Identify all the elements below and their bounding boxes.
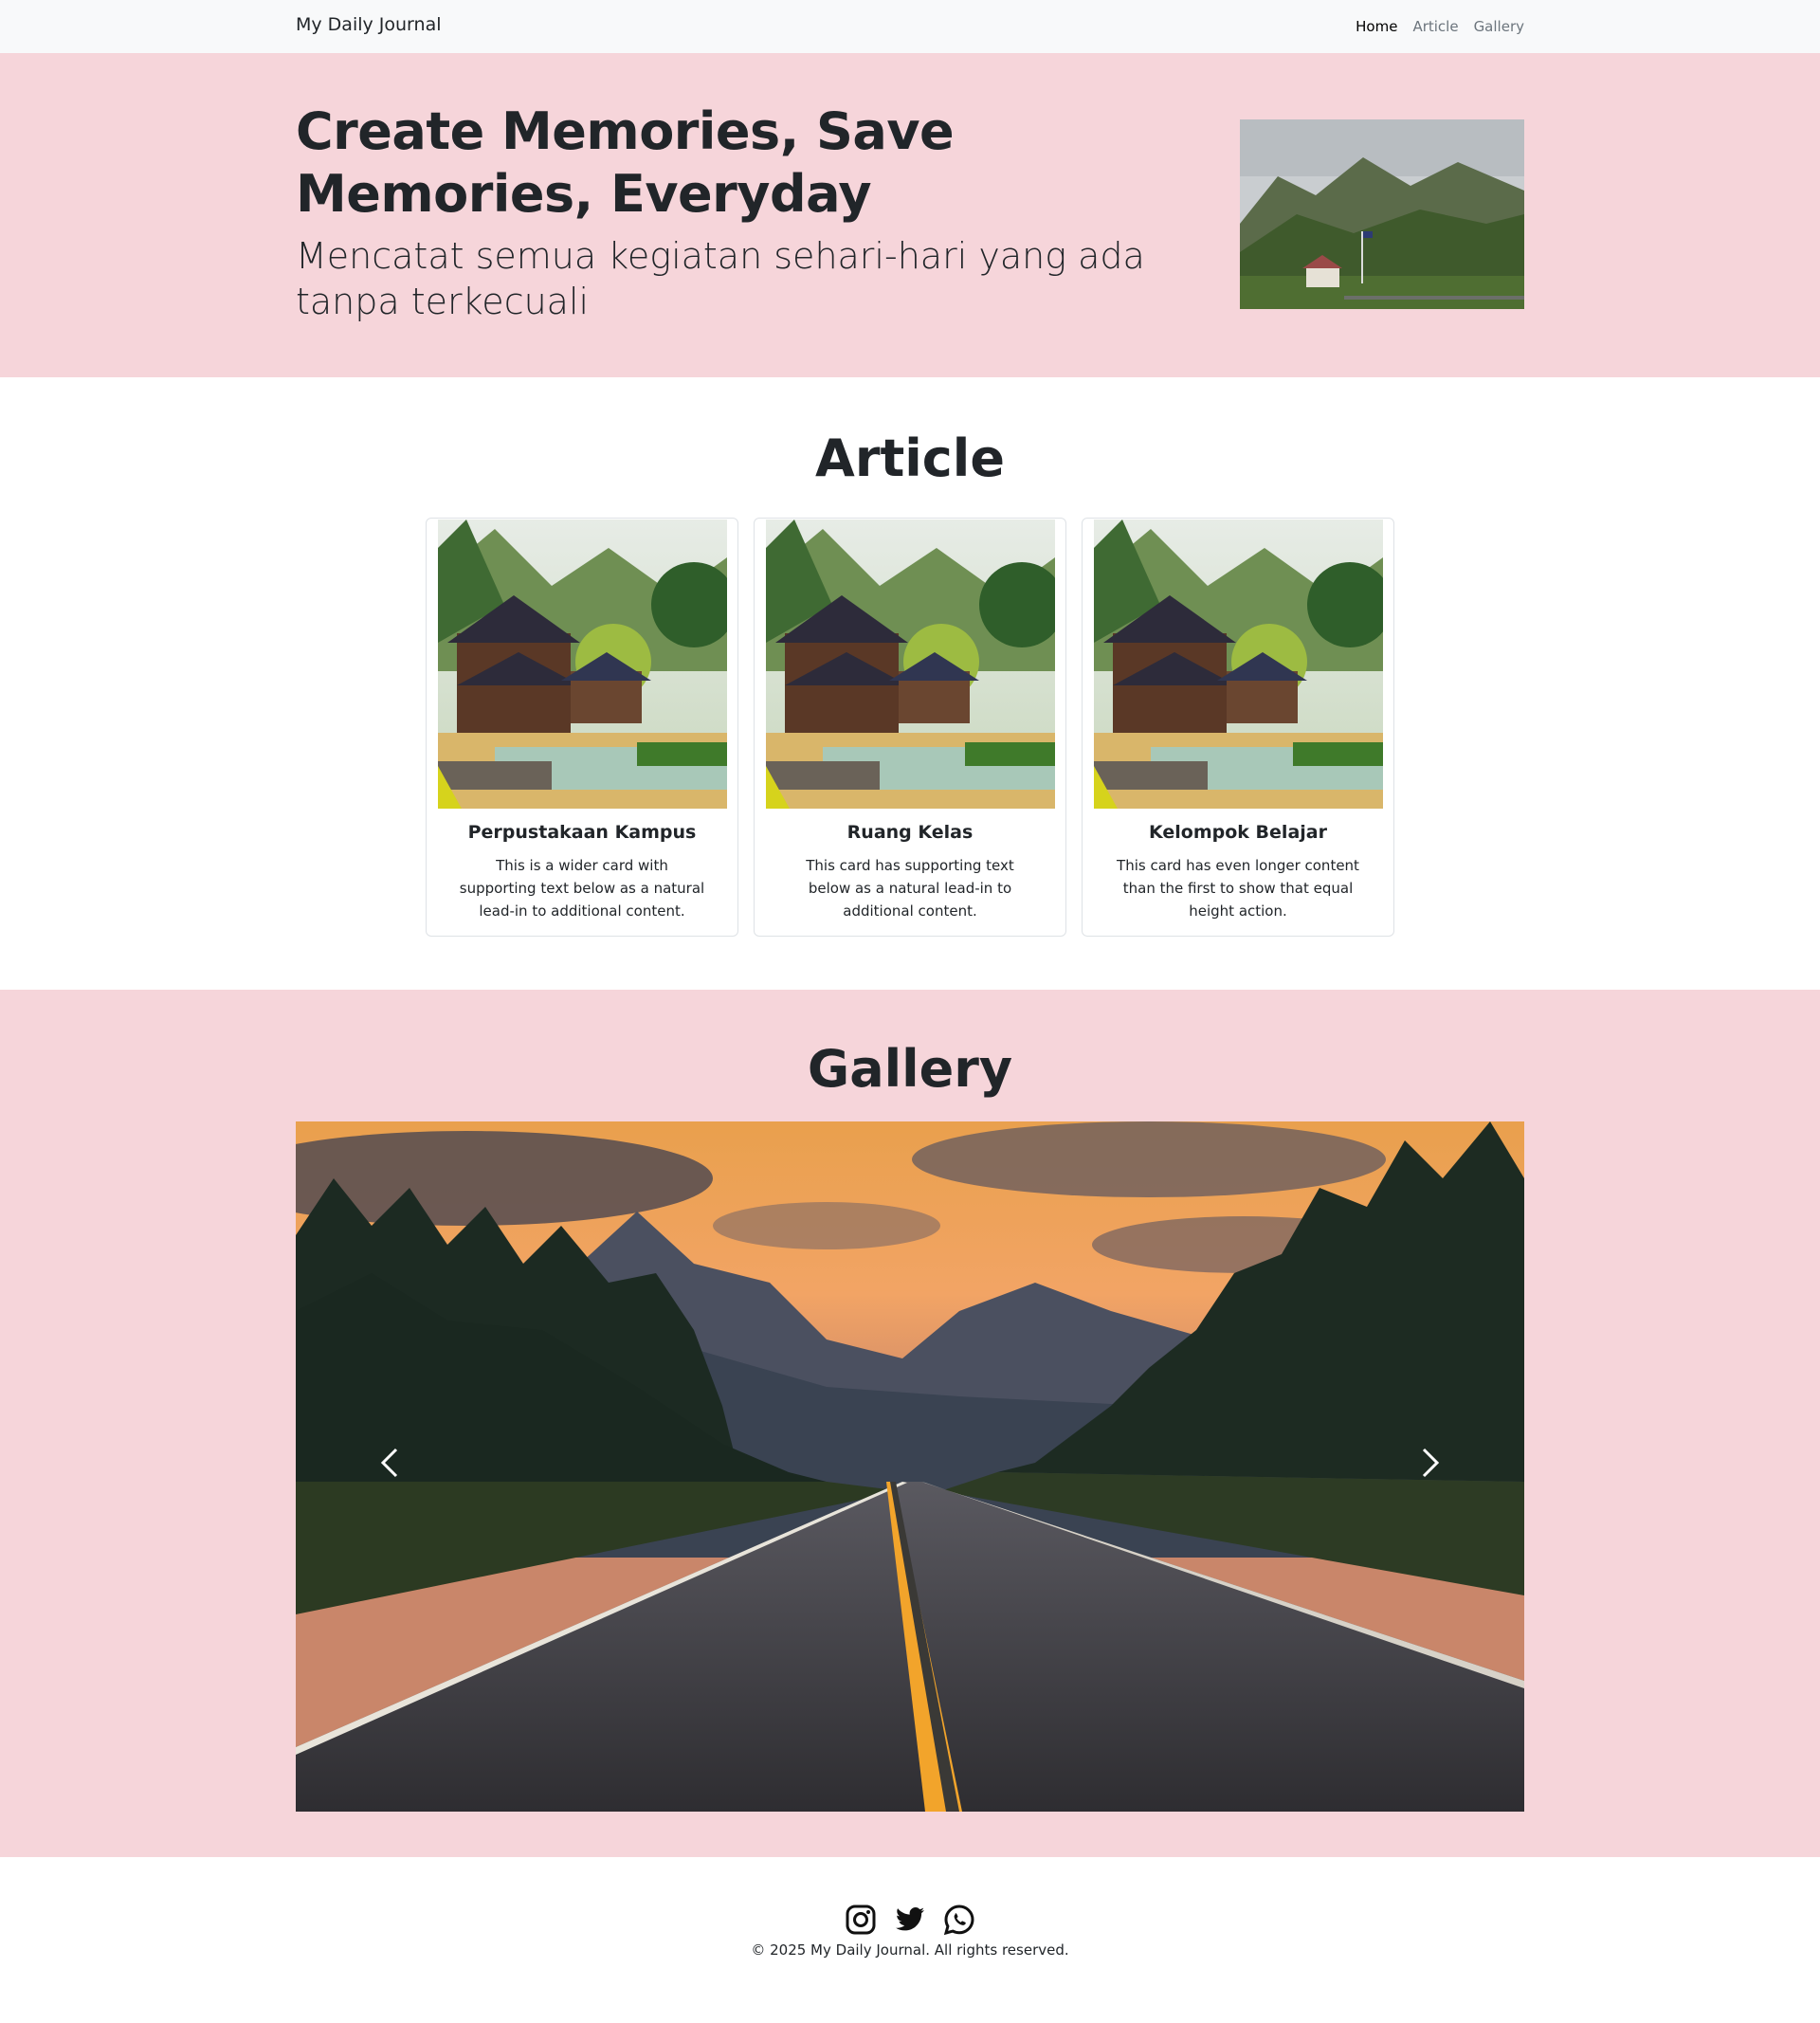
navbar: My Daily Journal Home Article Gallery <box>0 0 1820 53</box>
footer-copyright: © 2025 My Daily Journal. All rights rese… <box>751 1941 1069 1959</box>
hero-title: Create Memories, Save Memories, Everyday <box>296 101 955 224</box>
instagram-icon[interactable] <box>845 1904 877 1936</box>
nav-item-article[interactable]: Article <box>1412 18 1458 35</box>
carousel-prev-button[interactable] <box>372 1444 410 1482</box>
card-title: Ruang Kelas <box>846 822 974 843</box>
card-image <box>766 519 1055 809</box>
article-card[interactable]: Perpustakaan Kampus This is a wider card… <box>426 518 738 937</box>
navbar-brand[interactable]: My Daily Journal <box>296 14 442 35</box>
hero-section: Create Memories, Save Memories, Everyday… <box>0 53 1820 377</box>
card-text: This card has even longer content than t… <box>1117 857 1359 920</box>
chevron-left-icon <box>380 1448 398 1478</box>
card-image <box>438 519 727 809</box>
gallery-carousel[interactable] <box>296 1121 1524 1812</box>
twitter-icon[interactable] <box>894 1904 926 1936</box>
footer-social-links <box>0 1904 1820 1936</box>
gallery-section: Gallery <box>0 990 1820 1857</box>
carousel-slide-image <box>296 1121 1524 1812</box>
card-image <box>1094 519 1383 809</box>
article-cards: Perpustakaan Kampus This is a wider card… <box>426 518 1394 937</box>
card-title: Perpustakaan Kampus <box>467 822 697 843</box>
chevron-right-icon <box>1422 1448 1440 1478</box>
article-title: Article <box>815 428 1005 488</box>
card-title: Kelompok Belajar <box>1149 822 1327 843</box>
carousel-next-button[interactable] <box>1410 1444 1448 1482</box>
hero-subtitle: Mencatat semua kegiatan sehari-hari yang… <box>296 235 1145 322</box>
nav-menu: Home Article Gallery <box>1356 18 1524 35</box>
nav-item-gallery[interactable]: Gallery <box>1474 18 1524 35</box>
card-text: This is a wider card with supporting tex… <box>459 857 705 920</box>
article-card[interactable]: Kelompok Belajar This card has even long… <box>1082 518 1394 937</box>
gallery-title: Gallery <box>807 1039 1013 1099</box>
hero-image <box>1240 119 1524 309</box>
whatsapp-icon[interactable] <box>943 1904 975 1936</box>
card-text: This card has supporting text below as a… <box>806 857 1014 920</box>
nav-item-home[interactable]: Home <box>1356 18 1397 35</box>
article-card[interactable]: Ruang Kelas This card has supporting tex… <box>754 518 1066 937</box>
